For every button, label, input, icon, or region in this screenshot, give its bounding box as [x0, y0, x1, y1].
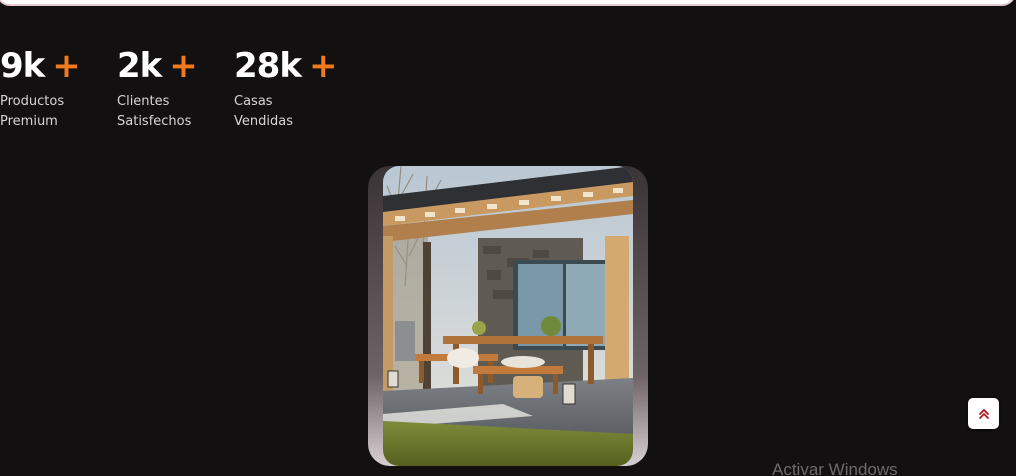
- featured-image-frame: [368, 166, 648, 466]
- top-search-bar[interactable]: [0, 0, 1016, 6]
- stat-label: Clientes Satisfechos: [117, 94, 192, 129]
- plus-sign: +: [52, 46, 80, 86]
- stat-clients: 2k + Clientes Satisfechos: [117, 44, 234, 132]
- plus-sign: +: [308, 46, 337, 86]
- double-chevron-up-icon: [978, 408, 989, 419]
- stat-label: Casas Vendidas: [234, 94, 293, 129]
- stat-value: 9k +: [0, 46, 81, 86]
- stat-value: 2k +: [117, 46, 198, 86]
- stats-row: 9k + Productos Premium 2k + Clientes Satis…: [0, 44, 354, 132]
- windows-activation-watermark: Activar Windows: [772, 460, 898, 476]
- stat-label: Productos Premium: [0, 94, 65, 129]
- plus-sign: +: [169, 46, 197, 86]
- outdoor-patio-photo: [383, 166, 633, 466]
- stat-houses: 28k + Casas Vendidas: [234, 44, 354, 132]
- stat-products: 9k + Productos Premium: [0, 44, 117, 132]
- scroll-to-top-button[interactable]: [968, 398, 999, 429]
- stat-value: 28k +: [234, 46, 337, 86]
